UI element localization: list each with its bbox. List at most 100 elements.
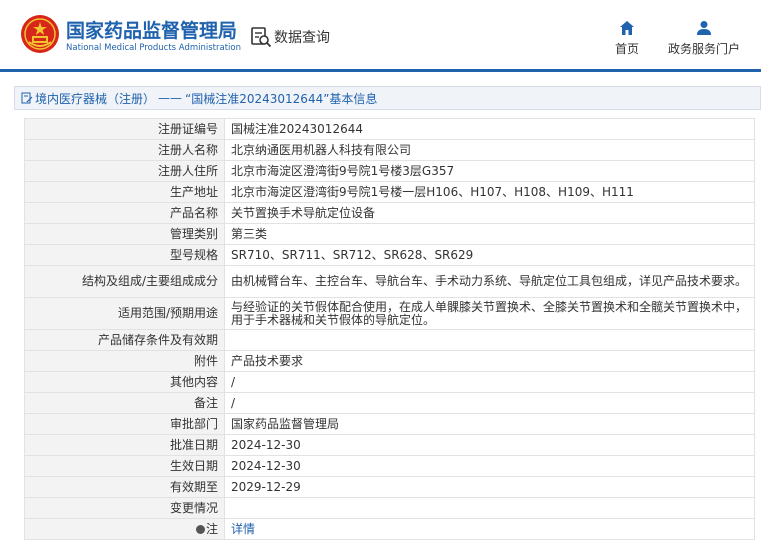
field-value: 国家药品监督管理局	[224, 413, 755, 435]
info-row: 注册人名称 北京纳通医用机器人科技有限公司	[24, 139, 755, 161]
field-label: 备注	[24, 392, 225, 414]
field-value: 关节置换手术导航定位设备	[224, 202, 755, 224]
field-value: 由机械臂台车、主控台车、导航台车、手术动力系统、导航定位工具包组成，详见产品技术…	[224, 265, 755, 298]
field-value: 产品技术要求	[224, 350, 755, 372]
field-label-text: 其他内容	[169, 374, 218, 389]
field-label-text: 注册人住所	[157, 163, 218, 178]
field-label: 产品储存条件及有效期	[24, 329, 225, 351]
info-row: 产品名称 关节置换手术导航定位设备	[24, 202, 755, 224]
field-label: 产品名称	[24, 202, 225, 224]
field-value: SR710、SR711、SR712、SR628、SR629	[224, 244, 755, 266]
field-label-text: 结构及组成/主要组成成分	[81, 274, 218, 288]
field-value-text: 2024-12-30	[231, 458, 301, 473]
data-query-link[interactable]: 数据查询	[250, 24, 330, 50]
field-label-text: 适用范围/预期用途	[117, 306, 218, 320]
field-value: 2024-12-30	[224, 455, 755, 477]
nav-gov-portal-label: 政务服务门户	[667, 42, 740, 56]
field-value: 北京市海淀区澄湾街9号院1号楼3层G357	[224, 160, 755, 182]
field-label-text: 产品名称	[169, 205, 218, 220]
info-row: 注详情	[24, 518, 755, 540]
field-value-text: 北京市海淀区澄湾街9号院1号楼3层G357	[231, 163, 455, 178]
field-value-text: 北京纳通医用机器人科技有限公司	[231, 142, 412, 157]
field-label-text: 注	[205, 521, 218, 536]
field-label-text: 有效期至	[169, 479, 218, 494]
details-link[interactable]: 详情	[231, 522, 255, 536]
user-icon	[697, 21, 711, 35]
breadcrumb: 境内医疗器械（注册） —— “国械注准20243012644”基本信息	[14, 86, 761, 110]
field-value-text: 国家药品监督管理局	[231, 416, 340, 431]
field-label: 其他内容	[24, 371, 225, 393]
field-value	[224, 329, 755, 351]
info-row: 有效期至 2029-12-29	[24, 476, 755, 498]
field-value-text: /	[231, 374, 236, 389]
nav-gov-portal[interactable]: 政务服务门户	[665, 20, 743, 57]
field-value: 第三类	[224, 223, 755, 245]
field-value-text: 北京市海淀区澄湾街9号院1号楼一层H106、H107、H108、H109、H11…	[231, 184, 634, 199]
site-header: 国家药品监督管理局 National Medical Products Admi…	[0, 0, 761, 72]
field-value	[224, 497, 755, 519]
field-value-text: 国械注准20243012644	[231, 121, 363, 136]
field-label: 适用范围/预期用途	[24, 297, 225, 330]
nav-home-label: 首页	[614, 42, 639, 56]
field-value-text: 关节置换手术导航定位设备	[231, 205, 376, 220]
info-row: 产品储存条件及有效期	[24, 329, 755, 351]
field-value-text: 与经验证的关节假体配合使用，在成人单髁膝关节置换术、全膝关节置换术和全髋关节置换…	[231, 299, 748, 327]
agency-name: 国家药品监督管理局	[66, 20, 238, 42]
field-value-text: 第三类	[231, 226, 268, 241]
agency-name-english: National Medical Products Administration	[66, 43, 241, 53]
breadcrumb-category[interactable]: 境内医疗器械（注册）	[35, 90, 155, 107]
field-value: /	[224, 392, 755, 414]
info-dot-icon	[195, 524, 205, 534]
info-row: 附件 产品技术要求	[24, 350, 755, 372]
field-label: 批准日期	[24, 434, 225, 456]
field-value: 国械注准20243012644	[224, 118, 755, 140]
field-label-text: 批准日期	[169, 437, 218, 452]
edit-document-icon	[21, 92, 33, 104]
breadcrumb-separator: ——	[158, 91, 183, 105]
field-label-text: 管理类别	[169, 226, 218, 241]
info-row: 生效日期 2024-12-30	[24, 455, 755, 477]
field-label-text: 生效日期	[169, 458, 218, 473]
field-label: 结构及组成/主要组成成分	[24, 265, 225, 298]
info-row: 注册证编号 国械注准20243012644	[24, 118, 755, 140]
field-label-text: 变更情况	[169, 500, 218, 515]
field-label: 注	[24, 518, 225, 540]
field-label: 生产地址	[24, 181, 225, 203]
field-label-text: 注册证编号	[157, 121, 218, 136]
info-row: 变更情况	[24, 497, 755, 519]
field-value: 北京市海淀区澄湾街9号院1号楼一层H106、H107、H108、H109、H11…	[224, 181, 755, 203]
field-label: 注册人名称	[24, 139, 225, 161]
registration-info-table: 注册证编号 国械注准20243012644 注册人名称 北京纳通医用机器人科技有限公司…	[24, 118, 755, 540]
data-query-label: 数据查询	[274, 30, 330, 46]
field-label: 生效日期	[24, 455, 225, 477]
field-label: 注册人住所	[24, 160, 225, 182]
field-label: 型号规格	[24, 244, 225, 266]
field-value: 2024-12-30	[224, 434, 755, 456]
field-value: 2029-12-29	[224, 476, 755, 498]
national-emblem-icon	[21, 15, 59, 53]
nav-home[interactable]: 首页	[614, 20, 640, 57]
field-label: 审批部门	[24, 413, 225, 435]
field-label: 变更情况	[24, 497, 225, 519]
field-value-text: SR710、SR711、SR712、SR628、SR629	[231, 247, 474, 262]
info-row: 适用范围/预期用途 与经验证的关节假体配合使用，在成人单髁膝关节置换术、全膝关节置…	[24, 297, 755, 330]
field-label-text: 审批部门	[169, 416, 218, 431]
field-value-text: 由机械臂台车、主控台车、导航台车、手术动力系统、导航定位工具包组成，详见产品技术…	[231, 274, 748, 288]
info-row: 注册人住所 北京市海淀区澄湾街9号院1号楼3层G357	[24, 160, 755, 182]
field-value-text: /	[231, 395, 236, 410]
field-value: 北京纳通医用机器人科技有限公司	[224, 139, 755, 161]
field-value-text: 产品技术要求	[231, 353, 304, 368]
field-value-text: 2029-12-29	[231, 479, 301, 494]
breadcrumb-current: “国械注准20243012644”基本信息	[185, 91, 378, 106]
info-row: 管理类别 第三类	[24, 223, 755, 245]
info-row: 结构及组成/主要组成成分 由机械臂台车、主控台车、导航台车、手术动力系统、导航定位…	[24, 265, 755, 298]
field-value: 详情	[224, 518, 755, 540]
field-value-text: 2024-12-30	[231, 437, 301, 452]
field-value: 与经验证的关节假体配合使用，在成人单髁膝关节置换术、全膝关节置换术和全髋关节置换…	[224, 297, 755, 330]
field-label-text: 附件	[193, 353, 218, 368]
info-row: 备注 /	[24, 392, 755, 414]
info-row: 审批部门 国家药品监督管理局	[24, 413, 755, 435]
info-row: 型号规格 SR710、SR711、SR712、SR628、SR629	[24, 244, 755, 266]
field-label-text: 生产地址	[169, 184, 218, 199]
field-label: 注册证编号	[24, 118, 225, 140]
